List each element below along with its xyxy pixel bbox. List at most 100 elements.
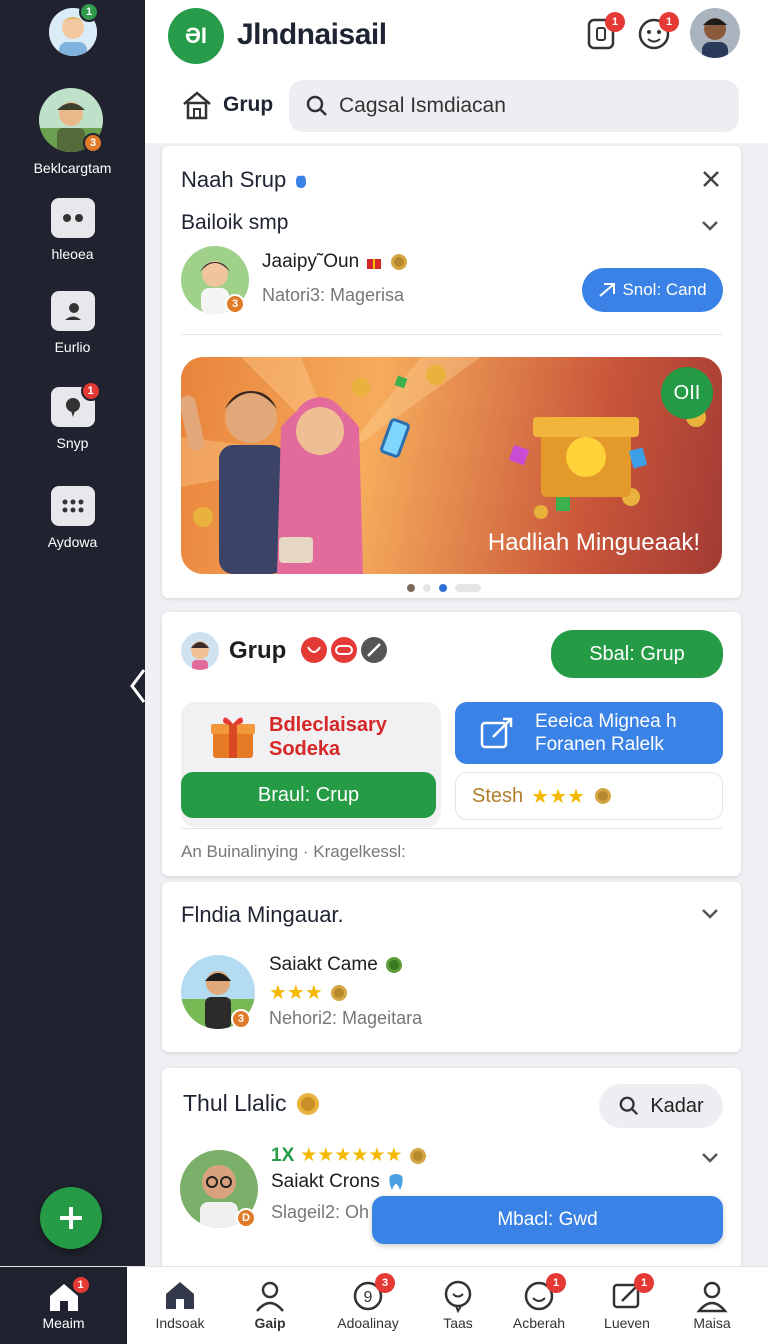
star-row: ★★★ <box>269 980 349 1005</box>
divider <box>181 334 722 335</box>
user-name: Saiakt Came <box>269 954 378 975</box>
sidebar-item-eurlio[interactable]: Eurlio <box>0 291 145 355</box>
star-rating: ★★★ <box>531 785 585 808</box>
nav-item-gaip[interactable]: Gaip <box>225 1267 315 1344</box>
carousel-dot[interactable] <box>423 584 431 592</box>
breadcrumb-label: Grup <box>223 93 274 116</box>
rating-label: Stesh <box>472 784 524 807</box>
sidebar-profile-badge: 3 <box>83 133 103 153</box>
nav-item-home[interactable]: 1 Meaim <box>0 1267 127 1344</box>
featured-card: Naah Srup Bailoik smp 3 Jaaipy˜Oun Nator… <box>162 146 741 598</box>
chevron-down-icon[interactable] <box>701 1152 719 1164</box>
nav-badge: 3 <box>375 1273 395 1293</box>
banner-badge: OII <box>661 367 713 419</box>
search-bar[interactable]: Cagsal Ismdiacan <box>289 80 739 132</box>
promo-banner[interactable]: OII Hadliah Mingueaak! <box>181 357 722 574</box>
nav-item-indsoak[interactable]: Indsoak <box>135 1267 225 1344</box>
user-meta: Natori3: Magerisa <box>262 285 405 305</box>
sidebar-profile-label: Beklcargtam <box>33 160 112 176</box>
app-logo[interactable]: ƏI <box>168 8 224 64</box>
search-input[interactable]: Cagsal Ismdiacan <box>339 94 506 118</box>
primary-action-button[interactable]: Mbacl: Gwd <box>372 1196 723 1244</box>
search-button[interactable]: Kadar <box>599 1084 723 1128</box>
avatar-badge: 3 <box>225 294 245 314</box>
home-icon <box>183 91 211 120</box>
notif-badge-2: 1 <box>659 12 679 32</box>
star-rating: ★★★ <box>269 982 323 1004</box>
hand-icon <box>296 175 307 188</box>
nav-label: Maisa <box>693 1315 731 1331</box>
chat-bubble-icon <box>441 1279 475 1314</box>
app-title: Jlndnaisail <box>237 18 387 51</box>
star-rating: ★★★★★★ <box>300 1145 403 1166</box>
nav-label: Meaim <box>42 1315 85 1331</box>
nav-item-acberah[interactable]: 1 Acberah <box>494 1267 584 1344</box>
sidebar-item-hleoea[interactable]: hleoea <box>0 198 145 262</box>
feature-line-1: Eeeica Mignea h <box>535 711 677 732</box>
nav-label: Acberah <box>512 1315 566 1331</box>
user-meta: Nehori2: Mageitara <box>269 1008 423 1028</box>
gift-box-icon <box>211 717 255 758</box>
nav-item-adoalinay[interactable]: 9 3 Adoalinay <box>323 1267 413 1344</box>
score-row: 1X ★★★★★★ <box>271 1144 428 1167</box>
card-title: Naah Srup <box>181 167 310 193</box>
carousel-dot-active[interactable] <box>439 584 447 592</box>
group-avatar <box>181 632 219 670</box>
sidebar-item-snyp[interactable]: 1 Snyp <box>0 381 145 451</box>
group-action-label: Braul: Crup <box>257 783 360 806</box>
close-icon[interactable] <box>702 170 720 188</box>
bottom-nav: 1 Meaim Indsoak Gaip 9 3 Adoalinay Taas … <box>0 1266 768 1344</box>
sidebar-item-label: Eurlio <box>54 339 91 355</box>
promo-title-2: Sodeka <box>269 738 341 760</box>
nav-label: Gaip <box>254 1315 286 1331</box>
group-action-button[interactable]: Braul: Crup <box>181 772 436 818</box>
join-group-label: Sbal: Grup <box>589 642 685 665</box>
sidebar-top-badge: 1 <box>79 2 99 22</box>
tooth-icon <box>389 1174 403 1190</box>
nav-item-lueven[interactable]: 1 Lueven <box>582 1267 672 1344</box>
leaderboard-title-row: Thul Llalic <box>183 1090 321 1117</box>
coin-icon <box>385 957 402 973</box>
home-icon: 1 <box>47 1275 91 1315</box>
card-title-text: Naah Srup <box>181 167 287 192</box>
user-name-row: Jaaipy˜Oun <box>262 251 409 273</box>
rating-tile[interactable]: Stesh ★★★ <box>455 772 723 820</box>
chevron-down-icon[interactable] <box>701 220 719 232</box>
sidebar: 1 3 Beklcargtam hleoea Eurlio 1 Snyp Ayd… <box>0 0 145 1266</box>
person-icon <box>50 291 95 331</box>
weekly-title: Flndia Mingauar. <box>181 902 344 927</box>
svg-text:9: 9 <box>364 1289 373 1306</box>
join-group-button[interactable]: Sbal: Grup <box>551 630 723 678</box>
send-icon <box>599 283 616 297</box>
feature-line-2: Foranen Ralelk <box>535 734 664 755</box>
feature-tile[interactable]: Eeeica Mignea h Foranen Ralelk <box>455 702 723 764</box>
leaderboard-card: Thul Llalic Kadar D 1X ★★★★★★ Saiakt Cro… <box>162 1068 741 1266</box>
user-avatar[interactable] <box>690 8 740 58</box>
card-subtitle: Bailoik smp <box>181 211 289 234</box>
carousel-dot[interactable] <box>455 584 481 592</box>
chevron-down-icon[interactable] <box>701 908 719 920</box>
nav-item-maisa[interactable]: Maisa <box>667 1267 757 1344</box>
edit-icon <box>480 717 513 749</box>
nav-label: Indsoak <box>155 1315 205 1331</box>
carousel-dot[interactable] <box>407 584 415 592</box>
search-icon <box>306 95 327 116</box>
weekly-card: Flndia Mingauar. 3 Saiakt Came ★★★ Nehor… <box>162 882 741 1052</box>
send-button[interactable]: Snol: Cand <box>582 268 723 312</box>
carousel-dots[interactable] <box>407 584 481 592</box>
chat-circle-icon: 9 3 <box>351 1273 395 1313</box>
chat-dots-icon <box>50 198 95 238</box>
nav-label: Taas <box>443 1315 473 1331</box>
coin-icon <box>296 1092 319 1115</box>
collapse-arrow-icon[interactable] <box>128 668 148 704</box>
coin-icon <box>391 254 408 270</box>
score-label: 1X <box>271 1144 295 1166</box>
breadcrumb[interactable]: Grup <box>181 90 273 120</box>
promo-title-1: Bdleclaisary <box>269 714 387 736</box>
grid-icon <box>50 486 95 526</box>
add-button[interactable] <box>40 1187 102 1249</box>
nav-badge: 1 <box>634 1273 654 1293</box>
nav-item-taas[interactable]: Taas <box>413 1267 503 1344</box>
user-name: Saiakt Crons <box>271 1171 380 1192</box>
sidebar-item-aydowa[interactable]: Aydowa <box>0 486 145 550</box>
